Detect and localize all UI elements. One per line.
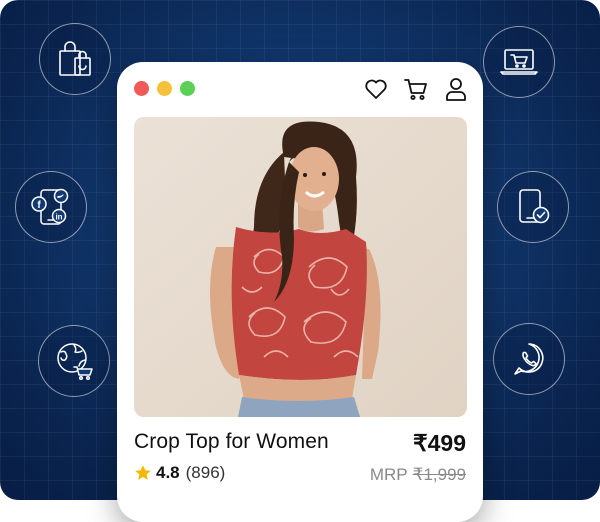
mrp-label: MRP [369,465,408,484]
svg-text:in: in [55,213,62,222]
star-icon [135,465,151,480]
product-rating: 4.8 (896) [134,463,225,483]
model-photo-illustration [134,117,467,417]
minimize-dot[interactable] [157,81,172,96]
product-card[interactable]: Crop Top for Women ₹499 4.8 (896) MRP ₹1,… [117,62,483,522]
product-price: ₹499 [412,430,466,456]
phone-social-badge: f in [15,171,87,243]
product-image[interactable] [134,117,467,417]
shopping-bags-badge [39,23,111,95]
whatsapp-icon [514,343,544,375]
shopping-bags-icon [59,41,91,76]
phone-social-media-icon: f in [31,188,69,225]
user-icon[interactable] [443,76,469,102]
laptop-cart-icon [500,49,538,75]
window-controls [134,81,195,96]
phone-check-badge [497,171,569,243]
mrp-value: ₹1,999 [412,465,466,484]
cart-icon[interactable] [403,76,429,102]
review-count: (896) [185,463,226,482]
heart-icon[interactable] [363,76,389,102]
close-dot[interactable] [134,81,149,96]
maximize-dot[interactable] [180,81,195,96]
rating-value: 4.8 [156,463,180,482]
whatsapp-badge [493,323,565,395]
product-title[interactable]: Crop Top for Women [134,430,329,454]
phone-check-icon [519,189,550,224]
card-action-icons [363,76,469,102]
laptop-cart-badge [483,26,555,98]
product-mrp: MRP ₹1,999 [370,465,466,485]
globe-cart-icon [57,343,93,381]
globe-cart-badge [38,325,110,397]
